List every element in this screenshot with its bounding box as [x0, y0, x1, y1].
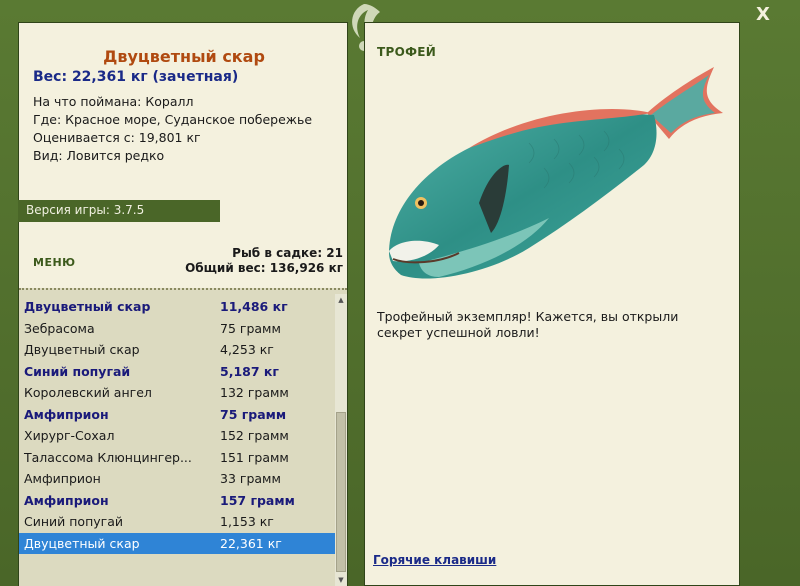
- fish-location: Где: Красное море, Суданское побережье: [33, 112, 313, 127]
- list-item[interactable]: Хирург-Сохал 152 грамм: [19, 425, 335, 447]
- list-item[interactable]: Двуцветный скар 4,253 кг: [19, 339, 335, 361]
- list-item-name: Двуцветный скар: [24, 535, 140, 551]
- fish-title: Двуцветный скар: [103, 47, 265, 66]
- close-button[interactable]: X: [756, 4, 770, 25]
- list-item[interactable]: Зебрасома 75 грамм: [19, 318, 335, 340]
- list-item[interactable]: Синий попугай 1,153 кг: [19, 511, 335, 533]
- fish-kind: Вид: Ловится редко: [33, 148, 165, 163]
- catch-list-scrollbar[interactable]: ▲ ▼: [335, 294, 347, 586]
- menu-button[interactable]: МЕНЮ: [33, 256, 76, 269]
- list-item[interactable]: Двуцветный скар 22,361 кг: [19, 532, 335, 554]
- list-item[interactable]: Двуцветный скар 11,486 кг: [19, 296, 335, 318]
- parrotfish-image: [389, 67, 723, 279]
- list-item-name: Талассома Клюнцингер...: [24, 449, 192, 465]
- list-item-weight: 157 грамм: [220, 492, 295, 508]
- fish-details: На что поймана: Коралл Где: Красное море…: [33, 93, 312, 165]
- list-item[interactable]: Талассома Клюнцингер... 151 грамм: [19, 447, 335, 469]
- list-item[interactable]: Королевский ангел 132 грамм: [19, 382, 335, 404]
- trophy-description: Трофейный экземпляр! Кажется, вы открыли…: [377, 309, 679, 340]
- fish-valued-from: Оценивается с: 19,801 кг: [33, 130, 201, 145]
- list-item-name: Зебрасома: [24, 320, 95, 336]
- list-item-name: Двуцветный скар: [24, 299, 151, 314]
- list-item-name: Королевский ангел: [24, 385, 152, 400]
- list-item-weight: 33 грамм: [220, 471, 281, 486]
- game-version: Версия игры: 3.7.5: [18, 200, 220, 222]
- catch-stats: Рыб в садке: 21 Общий вес: 136,926 кг: [185, 246, 343, 276]
- list-item-name: Амфиприон: [24, 492, 109, 508]
- list-item-name: Хирург-Сохал: [24, 428, 115, 443]
- hotkeys-link[interactable]: Горячие клавиши: [373, 553, 496, 567]
- catch-list[interactable]: Двуцветный скар 11,486 кг Зебрасома 75 грам…: [19, 296, 335, 554]
- list-item-weight: 4,253 кг: [220, 342, 274, 357]
- catch-list-area: Двуцветный скар 11,486 кг Зебрасома 75 грам…: [19, 288, 347, 586]
- total-weight: Общий вес: 136,926 кг: [185, 261, 343, 275]
- list-item-weight: 75 грамм: [220, 406, 287, 422]
- list-item[interactable]: Амфиприон 157 грамм: [19, 490, 335, 512]
- fish-info-panel: Двуцветный скар Вес: 22,361 кг (зачетная…: [18, 22, 348, 586]
- list-item-name: Синий попугай: [24, 363, 131, 379]
- list-item-name: Синий попугай: [24, 514, 123, 529]
- fish-count: Рыб в садке: 21: [232, 246, 343, 260]
- list-item-weight: 75 грамм: [220, 320, 281, 336]
- list-item-weight: 1,153 кг: [220, 514, 274, 529]
- list-item-weight: 152 грамм: [220, 428, 289, 443]
- list-item-weight: 11,486 кг: [220, 299, 288, 314]
- list-item-weight: 22,361 кг: [220, 535, 282, 551]
- list-item-name: Амфиприон: [24, 471, 101, 486]
- list-item-name: Двуцветный скар: [24, 342, 140, 357]
- fish-weight: Вес: 22,361 кг (зачетная): [33, 69, 239, 85]
- list-item-weight: 132 грамм: [220, 385, 289, 400]
- scroll-thumb[interactable]: [336, 412, 346, 572]
- list-item-weight: 5,187 кг: [220, 363, 279, 379]
- list-item[interactable]: Амфиприон 75 грамм: [19, 404, 335, 426]
- scroll-down-icon[interactable]: ▼: [335, 574, 347, 586]
- list-item[interactable]: Синий попугай 5,187 кг: [19, 361, 335, 383]
- scroll-up-icon[interactable]: ▲: [335, 294, 347, 306]
- list-item-name: Амфиприон: [24, 406, 109, 422]
- list-item[interactable]: Амфиприон 33 грамм: [19, 468, 335, 490]
- trophy-panel: ТРОФЕЙ Трофейный экземпляр! Кажется, вы …: [364, 22, 740, 586]
- fish-bait: На что поймана: Коралл: [33, 94, 194, 109]
- list-item-weight: 151 грамм: [220, 449, 289, 465]
